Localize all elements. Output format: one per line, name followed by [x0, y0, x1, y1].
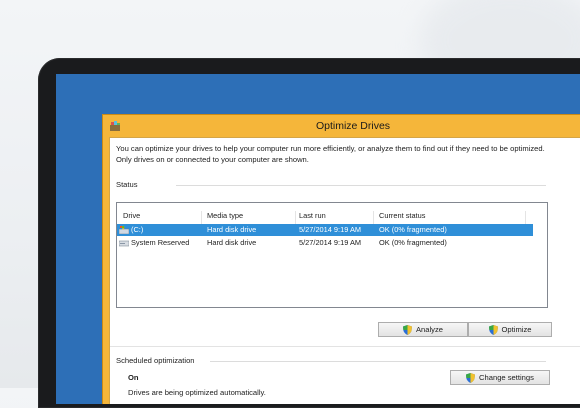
- last-run: 5/27/2014 9:19 AM: [299, 225, 362, 234]
- last-run: 5/27/2014 9:19 AM: [299, 238, 362, 247]
- optimize-drives-window: Optimize Drives You can optimize your dr…: [102, 114, 580, 404]
- schedule-state: On: [128, 373, 139, 382]
- uac-shield-icon: [466, 372, 476, 383]
- hard-drive-windows-icon: [119, 226, 129, 234]
- analyze-button[interactable]: Analyze: [378, 322, 468, 337]
- schedule-detail: Drives are being optimized automatically…: [128, 388, 266, 397]
- optimize-label: Optimize: [501, 325, 532, 334]
- status-section-label: Status: [116, 180, 138, 189]
- column-header-media-type[interactable]: Media type: [207, 211, 243, 220]
- section-divider: [110, 346, 580, 347]
- table-row[interactable]: System Reserved Hard disk drive 5/27/201…: [117, 237, 547, 249]
- uac-shield-icon: [402, 324, 412, 335]
- change-settings-button[interactable]: Change settings: [450, 370, 550, 385]
- uac-shield-icon: [488, 324, 498, 335]
- current-status: OK (0% fragmented): [379, 225, 447, 234]
- desktop-screen: Optimize Drives You can optimize your dr…: [56, 74, 580, 404]
- drive-name: System Reserved: [131, 238, 190, 247]
- change-settings-label: Change settings: [479, 373, 534, 382]
- column-separator: [201, 211, 202, 225]
- column-header-last-run[interactable]: Last run: [299, 211, 326, 220]
- drives-list[interactable]: Drive Media type Last run Current status: [116, 202, 548, 308]
- window-client-area: You can optimize your drives to help you…: [109, 137, 580, 404]
- defrag-app-icon: [110, 121, 120, 131]
- current-status: OK (0% fragmented): [379, 238, 447, 247]
- status-divider: [176, 185, 546, 186]
- scheduled-divider: [210, 361, 546, 362]
- media-type: Hard disk drive: [207, 225, 257, 234]
- optimize-button[interactable]: Optimize: [468, 322, 552, 337]
- title-bar[interactable]: Optimize Drives: [103, 115, 580, 137]
- column-header-current-status[interactable]: Current status: [379, 211, 425, 220]
- table-row[interactable]: (C:) Hard disk drive 5/27/2014 9:19 AM O…: [117, 224, 533, 236]
- description-text: You can optimize your drives to help you…: [116, 144, 545, 164]
- column-header-drive[interactable]: Drive: [123, 211, 140, 220]
- analyze-label: Analyze: [415, 325, 444, 334]
- column-separator: [373, 211, 374, 225]
- column-separator: [525, 211, 526, 225]
- list-header: Drive Media type Last run Current status: [117, 211, 547, 225]
- column-separator: [295, 211, 296, 225]
- hard-drive-icon: [119, 240, 129, 247]
- media-type: Hard disk drive: [207, 238, 257, 247]
- drive-name: (C:): [131, 225, 144, 234]
- scheduled-section-label: Scheduled optimization: [116, 356, 195, 365]
- window-title: Optimize Drives: [315, 120, 391, 132]
